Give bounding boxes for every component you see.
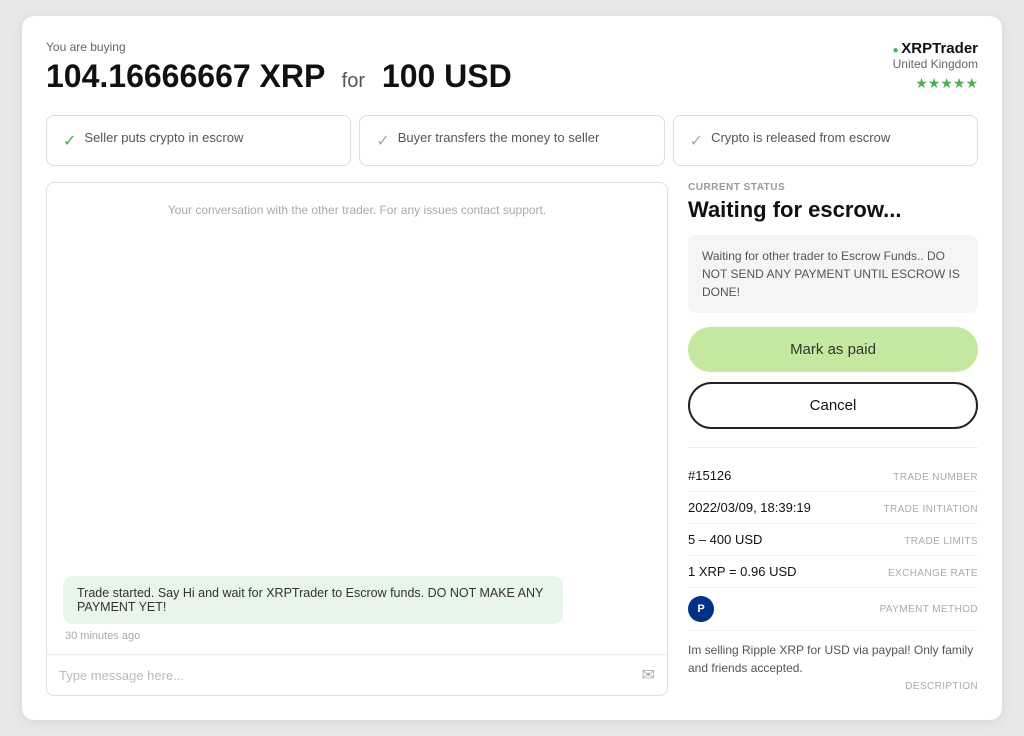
buying-info: You are buying 104.16666667 XRP for 100 … (46, 40, 512, 95)
trader-info: XRPTrader United Kingdom ★★★★★ (892, 40, 978, 92)
chat-messages: Trade started. Say Hi and wait for XRPTr… (47, 564, 667, 654)
paypal-icon: P (688, 596, 714, 622)
trade-initiation-value: 2022/03/09, 18:39:19 (688, 500, 811, 515)
chat-bubble: Trade started. Say Hi and wait for XRPTr… (63, 576, 563, 624)
trader-name: XRPTrader (892, 40, 978, 57)
exchange-rate-value: 1 XRP = 0.96 USD (688, 564, 797, 579)
mark-paid-button[interactable]: Mark as paid (688, 327, 978, 372)
description-text: Im selling Ripple XRP for USD via paypal… (688, 641, 978, 677)
exchange-rate-row: 1 XRP = 0.96 USD EXCHANGE RATE (688, 556, 978, 588)
chat-input-area: ✉ (47, 654, 667, 695)
for-text: for (342, 70, 365, 92)
trader-country: United Kingdom (892, 57, 978, 71)
trade-initiation-label: TRADE INITIATION (883, 504, 978, 515)
trade-limits-label: TRADE LIMITS (904, 536, 978, 547)
step-1-check-icon: ✓ (63, 131, 76, 151)
trade-details: #15126 TRADE NUMBER 2022/03/09, 18:39:19… (688, 447, 978, 696)
chat-section: Your conversation with the other trader.… (46, 182, 668, 696)
fiat-price: 100 USD (382, 58, 512, 94)
top-bar: You are buying 104.16666667 XRP for 100 … (46, 40, 978, 95)
escrow-warning: Waiting for other trader to Escrow Funds… (688, 235, 978, 313)
payment-method-label: PAYMENT METHOD (880, 604, 978, 615)
right-panel: CURRENT STATUS Waiting for escrow... Wai… (688, 182, 978, 696)
description-area: Im selling Ripple XRP for USD via paypal… (688, 631, 978, 696)
trade-number-label: TRADE NUMBER (893, 472, 978, 483)
step-2-label: Buyer transfers the money to seller (398, 130, 600, 145)
exchange-rate-label: EXCHANGE RATE (888, 568, 978, 579)
send-icon[interactable]: ✉ (642, 665, 655, 685)
cancel-button[interactable]: Cancel (688, 382, 978, 429)
main-content: Your conversation with the other trader.… (46, 182, 978, 696)
current-status-label: CURRENT STATUS (688, 182, 978, 193)
buying-amount: 104.16666667 XRP for 100 USD (46, 58, 512, 95)
steps-bar: ✓ Seller puts crypto in escrow ✓ Buyer t… (46, 115, 978, 166)
description-label: DESCRIPTION (688, 681, 978, 692)
step-2-check-icon: ✓ (376, 131, 389, 151)
step-2: ✓ Buyer transfers the money to seller (359, 115, 664, 166)
trade-initiation-row: 2022/03/09, 18:39:19 TRADE INITIATION (688, 492, 978, 524)
trade-limits-value: 5 – 400 USD (688, 532, 762, 547)
trade-limits-row: 5 – 400 USD TRADE LIMITS (688, 524, 978, 556)
chat-time: 30 minutes ago (65, 630, 651, 642)
step-3-check-icon: ✓ (690, 131, 703, 151)
chat-placeholder-text: Your conversation with the other trader.… (47, 183, 667, 564)
step-3-label: Crypto is released from escrow (711, 130, 890, 145)
trade-number-value: #15126 (688, 468, 731, 483)
main-container: You are buying 104.16666667 XRP for 100 … (22, 16, 1002, 720)
crypto-amount: 104.16666667 XRP (46, 58, 325, 94)
step-1: ✓ Seller puts crypto in escrow (46, 115, 351, 166)
chat-input[interactable] (59, 668, 634, 683)
payment-method-row: P PAYMENT METHOD (688, 588, 978, 631)
trade-number-row: #15126 TRADE NUMBER (688, 460, 978, 492)
buying-label: You are buying (46, 40, 512, 54)
step-3: ✓ Crypto is released from escrow (673, 115, 978, 166)
status-title: Waiting for escrow... (688, 197, 978, 223)
step-1-label: Seller puts crypto in escrow (84, 130, 243, 145)
trader-stars: ★★★★★ (892, 75, 978, 92)
